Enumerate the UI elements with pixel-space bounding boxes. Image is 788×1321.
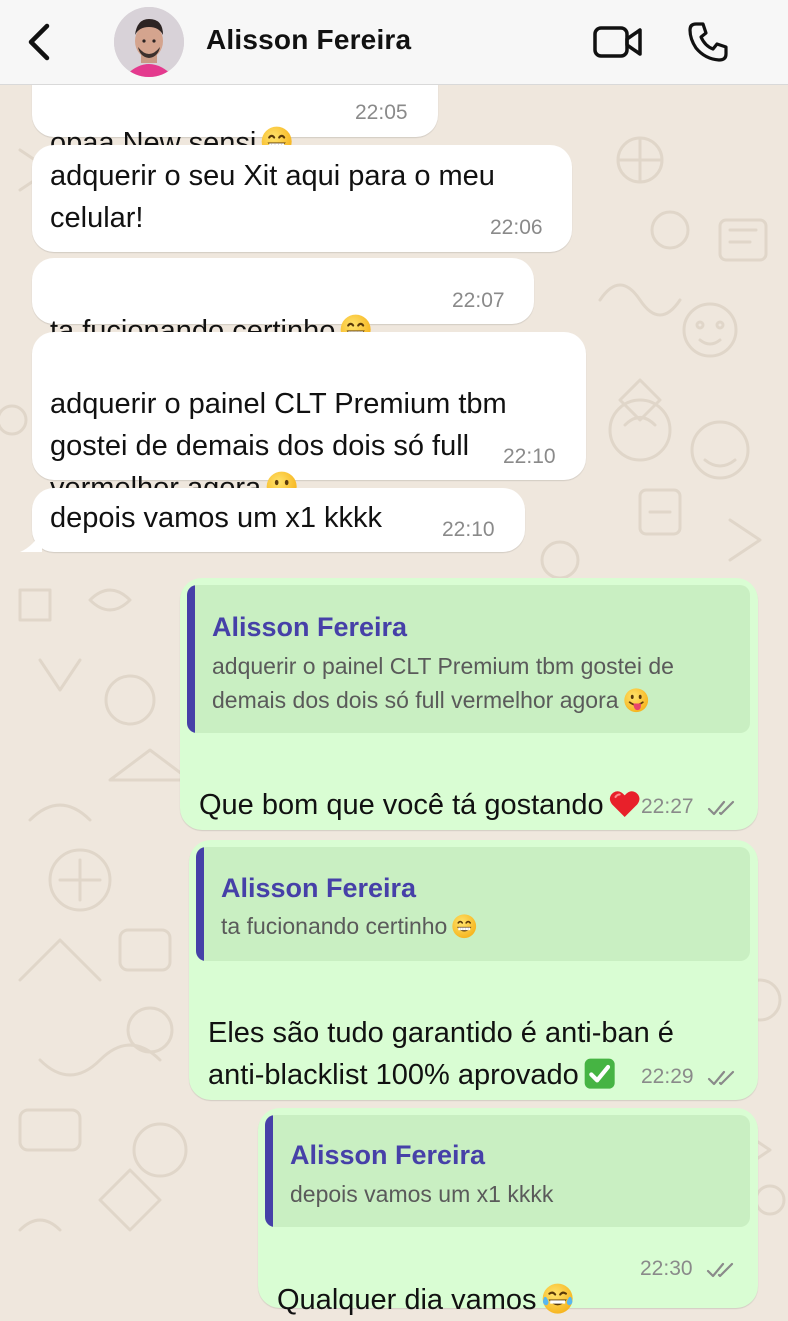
phone-icon [688, 22, 728, 62]
quote-text: ta fucionando certinho [221, 909, 478, 943]
check-mark-button-icon [583, 1057, 616, 1090]
message-time: 22:05 [355, 101, 408, 124]
message-bubble-incoming[interactable]: adquerir o painel CLT Premium tbm gostei… [32, 332, 586, 504]
message-time: 22:29 [641, 1065, 694, 1088]
avatar-image [114, 7, 184, 77]
quoted-message[interactable]: Alisson Fereira depois vamos um x1 kkkk [265, 1115, 750, 1227]
red-heart-icon [608, 787, 641, 820]
message-bubble-outgoing[interactable]: Alisson Fereira adquerir o painel CLT Pr… [180, 578, 758, 830]
read-ticks-icon [707, 798, 739, 818]
message-time: 22:07 [452, 289, 505, 312]
message-time: 22:06 [490, 216, 543, 239]
message-bubble-outgoing[interactable]: Alisson Fereira ta fucionando certinho E… [189, 840, 758, 1100]
contact-name[interactable]: Alisson Fereira [206, 24, 411, 56]
message-text: depois vamos um x1 kkkk [50, 502, 383, 534]
message-bubble-incoming[interactable]: ta fucionando certinho 22:07 [32, 258, 534, 347]
grinning-face-icon [451, 913, 477, 939]
message-text: adquerir o seu Xit aqui para o meu celul… [50, 160, 495, 234]
tongue-face-icon [623, 687, 649, 713]
quote-text: depois vamos um x1 kkkk [290, 1181, 554, 1207]
quote-accent-bar [187, 585, 195, 733]
quote-author: Alisson Fereira [212, 612, 408, 642]
chevron-left-icon [28, 23, 50, 61]
message-text: Que bom que você tá gostando [199, 742, 641, 826]
message-text: Qualquer dia vamos [277, 1237, 574, 1321]
message-bubble-outgoing[interactable]: Alisson Fereira depois vamos um x1 kkkk … [258, 1108, 758, 1316]
message-time: 22:10 [503, 445, 556, 468]
back-button[interactable] [18, 20, 58, 64]
message-time: 22:30 [640, 1257, 693, 1280]
read-ticks-icon [707, 1068, 739, 1088]
message-text: adquerir o painel CLT Premium tbm gostei… [50, 341, 507, 509]
message-time: 22:10 [442, 518, 495, 541]
video-camera-icon [593, 26, 642, 58]
tears-of-joy-face-icon [541, 1282, 574, 1315]
message-time: 22:27 [641, 795, 694, 818]
message-bubble-incoming[interactable]: depois vamos um x1 kkkk 22:10 [32, 488, 525, 552]
read-ticks-icon [706, 1260, 738, 1280]
quoted-message[interactable]: Alisson Fereira adquerir o painel CLT Pr… [187, 585, 750, 733]
video-call-button[interactable] [590, 20, 646, 64]
message-text: Eles são tudo garantido é anti-ban é ant… [208, 1017, 674, 1091]
avatar[interactable] [114, 7, 184, 77]
quoted-message[interactable]: Alisson Fereira ta fucionando certinho [196, 847, 750, 961]
quote-author: Alisson Fereira [221, 873, 417, 903]
message-bubble-incoming[interactable]: adquerir o seu Xit aqui para o meu celul… [32, 145, 572, 252]
bubble-tail [20, 530, 42, 552]
quote-accent-bar [196, 847, 204, 961]
quote-accent-bar [265, 1115, 273, 1227]
quote-text: adquerir o painel CLT Premium tbm gostei… [212, 653, 674, 713]
voice-call-button[interactable] [684, 18, 732, 66]
quote-author: Alisson Fereira [290, 1140, 486, 1170]
chat-header: Alisson Fereira [0, 0, 788, 85]
